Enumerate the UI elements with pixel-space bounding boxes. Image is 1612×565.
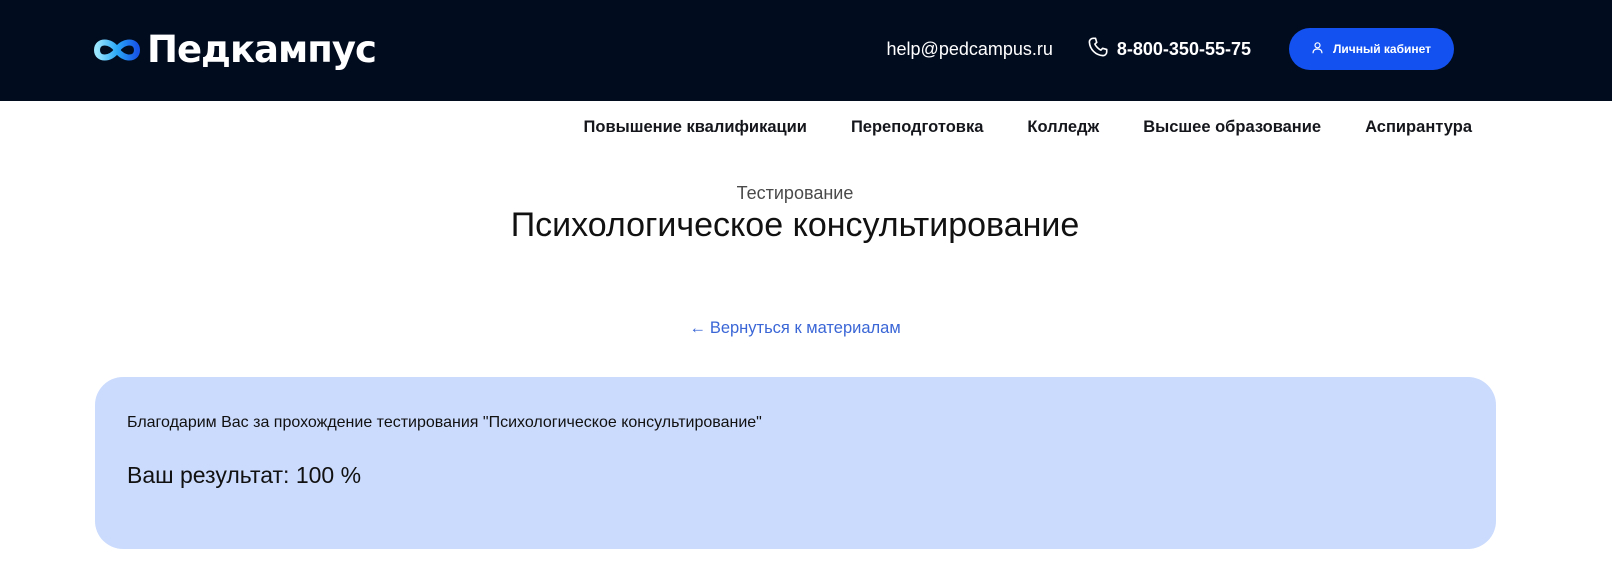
nav-item-college[interactable]: Колледж	[1027, 118, 1099, 137]
phone-link[interactable]: 8-800-350-55-75	[1087, 36, 1251, 63]
logo-text: Педкампус	[147, 28, 377, 71]
page-title: Психологическое консультирование	[510, 206, 1080, 244]
user-icon	[1312, 41, 1333, 57]
personal-cabinet-label: Личный кабинет	[1332, 42, 1432, 56]
header-contacts: help@pedcampus.ru 8-800-350-55-75 Личный…	[887, 28, 1454, 70]
nav-item-higher-education[interactable]: Высшее образование	[1143, 118, 1321, 137]
back-link-label: Вернуться к материалам	[709, 319, 901, 337]
top-header: Педкампус help@pedcampus.ru 8-800-350-55…	[0, 0, 1612, 101]
main-nav: Повышение квалификации Переподготовка Ко…	[540, 112, 1472, 142]
back-to-materials-link[interactable]: ← Вернуться к материалам	[0, 319, 1590, 338]
email-link[interactable]: help@pedcampus.ru	[887, 39, 1053, 60]
nav-item-qualification[interactable]: Повышение квалификации	[584, 118, 807, 137]
logo-link[interactable]: Педкампус	[93, 24, 377, 76]
personal-cabinet-button[interactable]: Личный кабинет	[1289, 28, 1454, 70]
page-subtitle: Тестирование	[736, 183, 854, 203]
nav-item-retraining[interactable]: Переподготовка	[851, 118, 983, 137]
thanks-message: Благодарим Вас за прохождение тестирован…	[127, 414, 762, 431]
phone-icon	[1087, 36, 1117, 63]
test-score: Ваш результат: 100 %	[127, 462, 362, 488]
phone-number: 8-800-350-55-75	[1116, 38, 1251, 59]
nav-item-postgraduate[interactable]: Аспирантура	[1365, 118, 1472, 137]
result-panel: Благодарим Вас за прохождение тестирован…	[95, 377, 1496, 549]
arrow-left-icon: ←	[689, 319, 706, 337]
infinity-logo-icon	[93, 35, 141, 65]
